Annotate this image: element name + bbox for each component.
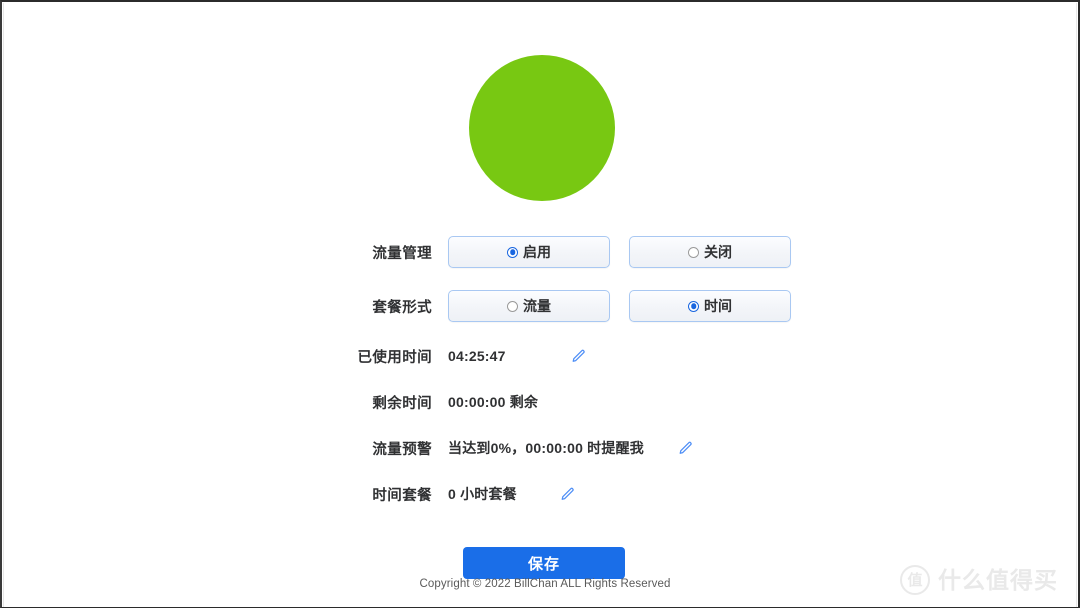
radio-group-traffic-management: 启用 关闭 <box>448 236 791 268</box>
form-row-remaining-time: 剩余时间 00:00:00 剩余 <box>4 379 1078 425</box>
radio-option-data[interactable]: 流量 <box>448 290 610 322</box>
usage-gauge <box>469 55 615 201</box>
row-content-traffic-management: 启用 关闭 <box>448 236 791 268</box>
form-row-plan-type: 套餐形式 流量 时间 <box>4 279 1078 333</box>
watermark-badge-icon: 值 <box>900 565 930 595</box>
value-usage-alert: 当达到0%，00:00:00 时提醒我 <box>448 440 644 456</box>
row-label-used-time: 已使用时间 <box>357 349 432 366</box>
row-label-usage-alert: 流量预警 <box>372 441 432 458</box>
form-row-time-plan: 时间套餐 0 小时套餐 <box>4 471 1078 517</box>
save-button[interactable]: 保存 <box>463 547 625 579</box>
form-row-traffic-management: 流量管理 启用 关闭 <box>4 225 1078 279</box>
radio-option-time[interactable]: 时间 <box>629 290 791 322</box>
radio-group-plan-type: 流量 时间 <box>448 290 791 322</box>
row-content-time-plan: 0 小时套餐 <box>448 483 579 505</box>
pencil-icon-used-time[interactable] <box>568 345 590 367</box>
radio-dot-icon <box>688 246 699 258</box>
row-label-traffic-management: 流量管理 <box>372 245 432 262</box>
browser-page: 流量管理 启用 关闭 套餐形式 流量 时间 已使用时间 04:25:47 剩余时… <box>0 0 1080 608</box>
radio-option-disable[interactable]: 关闭 <box>629 236 791 268</box>
row-label-time-plan: 时间套餐 <box>372 487 432 504</box>
pencil-icon-time-plan[interactable] <box>557 483 579 505</box>
radio-option-enable-label: 启用 <box>523 244 551 260</box>
radio-dot-icon <box>507 246 518 258</box>
form-row-usage-alert: 流量预警 当达到0%，00:00:00 时提醒我 <box>4 425 1078 471</box>
radio-option-disable-label: 关闭 <box>704 244 732 260</box>
row-label-plan-type: 套餐形式 <box>372 299 432 316</box>
usage-gauge-container <box>4 53 1078 203</box>
radio-dot-icon <box>688 300 699 312</box>
radio-option-data-label: 流量 <box>523 298 551 314</box>
value-remaining-time: 00:00:00 剩余 <box>448 394 539 410</box>
row-content-usage-alert: 当达到0%，00:00:00 时提醒我 <box>448 437 697 459</box>
watermark-text: 什么值得买 <box>938 566 1058 593</box>
settings-form: 流量管理 启用 关闭 套餐形式 流量 时间 已使用时间 04:25:47 剩余时… <box>4 225 1078 517</box>
form-row-used-time: 已使用时间 04:25:47 <box>4 333 1078 379</box>
row-content-plan-type: 流量 时间 <box>448 290 791 322</box>
value-time-plan: 0 小时套餐 <box>448 486 517 502</box>
site-watermark: 值 什么值得买 <box>900 565 1058 595</box>
value-used-time: 04:25:47 <box>448 348 506 364</box>
row-content-remaining-time: 00:00:00 剩余 <box>448 392 538 412</box>
pencil-icon-usage-alert[interactable] <box>675 437 697 459</box>
row-content-used-time: 04:25:47 <box>448 345 590 367</box>
radio-option-time-label: 时间 <box>704 298 732 314</box>
page-viewport: 流量管理 启用 关闭 套餐形式 流量 时间 已使用时间 04:25:47 剩余时… <box>3 3 1077 607</box>
radio-dot-icon <box>507 300 518 312</box>
radio-option-enable[interactable]: 启用 <box>448 236 610 268</box>
footer-copyright-text: Copyright © 2022 BillChan ALL Rights Res… <box>419 578 671 590</box>
row-label-remaining-time: 剩余时间 <box>372 395 432 412</box>
